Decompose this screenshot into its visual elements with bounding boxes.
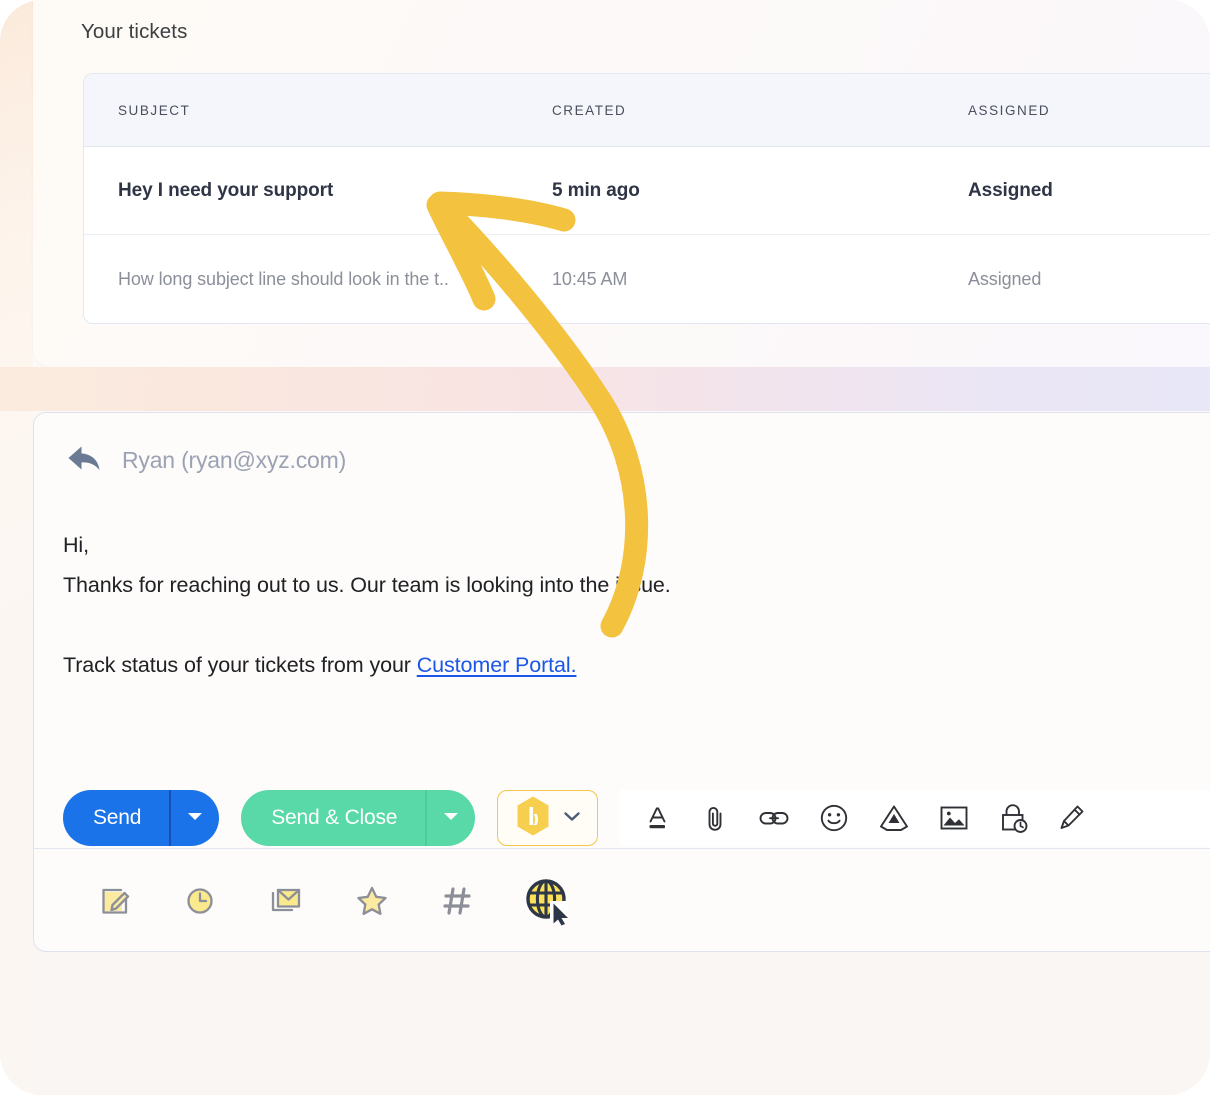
app-stage: Your tickets SUBJECT CREATED ASSIGNED He… xyxy=(0,0,1210,1095)
star-icon[interactable] xyxy=(352,881,392,921)
ticket-created: 10:45 AM xyxy=(552,268,628,289)
send-and-close-dropdown-toggle[interactable] xyxy=(425,790,475,846)
body-greeting: Hi, xyxy=(63,533,89,557)
ticket-subject: How long subject line should look in the… xyxy=(118,268,449,289)
tickets-card: Your tickets SUBJECT CREATED ASSIGNED He… xyxy=(33,0,1210,367)
formatting-toolbar xyxy=(620,790,1210,846)
chevron-down-icon xyxy=(562,809,582,828)
insert-link-icon[interactable] xyxy=(758,803,790,833)
emoji-smiley-icon[interactable] xyxy=(818,802,850,834)
ticket-assigned: Assigned xyxy=(968,268,1042,289)
ticket-created: 5 min ago xyxy=(552,179,640,201)
reply-arrow-icon[interactable] xyxy=(64,441,104,480)
ticket-assigned: Assigned xyxy=(968,179,1053,201)
pen-marker-icon[interactable] xyxy=(1056,803,1086,833)
send-dropdown-toggle[interactable] xyxy=(169,790,219,846)
column-header-subject[interactable]: SUBJECT xyxy=(118,103,552,118)
text-format-icon[interactable] xyxy=(642,803,672,833)
globe-cursor-icon[interactable] xyxy=(522,875,574,927)
column-header-created[interactable]: CREATED xyxy=(552,103,968,118)
send-button-label: Send xyxy=(93,806,142,829)
reply-composer-card: Ryan (ryan@xyz.com) Hi, Thanks for reach… xyxy=(33,412,1210,952)
hiver-templates-button[interactable] xyxy=(497,790,599,846)
body-blank-line xyxy=(63,605,1143,645)
send-and-close-button[interactable]: Send & Close xyxy=(241,790,476,846)
ticket-subject: Hey I need your support xyxy=(118,179,334,201)
reply-recipient[interactable]: Ryan (ryan@xyz.com) xyxy=(122,447,346,474)
table-row[interactable]: How long subject line should look in the… xyxy=(84,235,1210,323)
reply-body[interactable]: Hi, Thanks for reaching out to us. Our t… xyxy=(63,525,1143,685)
hashtag-tag-icon[interactable] xyxy=(437,881,477,921)
snooze-clock-icon[interactable] xyxy=(180,881,220,921)
body-line-2-prefix: Track status of your tickets from your xyxy=(63,653,417,677)
reply-header: Ryan (ryan@xyz.com) xyxy=(64,441,346,480)
table-row[interactable]: Hey I need your support 5 min ago Assign… xyxy=(84,147,1210,235)
google-drive-icon[interactable] xyxy=(878,803,910,833)
chevron-down-icon xyxy=(186,809,204,827)
customer-portal-link[interactable]: Customer Portal. xyxy=(417,653,577,677)
hiver-hexagon-icon xyxy=(514,795,552,842)
page-title: Your tickets xyxy=(81,20,188,43)
body-line-1: Thanks for reaching out to us. Our team … xyxy=(63,573,671,597)
send-button[interactable]: Send xyxy=(63,790,220,846)
tickets-table: SUBJECT CREATED ASSIGNED Hey I need your… xyxy=(83,73,1210,324)
column-header-assigned[interactable]: ASSIGNED xyxy=(968,103,1210,118)
send-and-close-button-label: Send & Close xyxy=(271,806,398,829)
confidential-lock-icon[interactable] xyxy=(998,802,1028,834)
attachment-paperclip-icon[interactable] xyxy=(700,803,730,833)
compose-note-icon[interactable] xyxy=(95,881,135,921)
body-line-2: Track status of your tickets from your C… xyxy=(63,645,1143,685)
table-header-row: SUBJECT CREATED ASSIGNED xyxy=(84,74,1210,147)
chevron-down-icon xyxy=(442,809,460,827)
gradient-separator xyxy=(0,367,1210,411)
composer-bottom-bar xyxy=(34,849,1210,952)
email-template-icon[interactable] xyxy=(265,881,307,921)
insert-image-icon[interactable] xyxy=(938,803,970,833)
